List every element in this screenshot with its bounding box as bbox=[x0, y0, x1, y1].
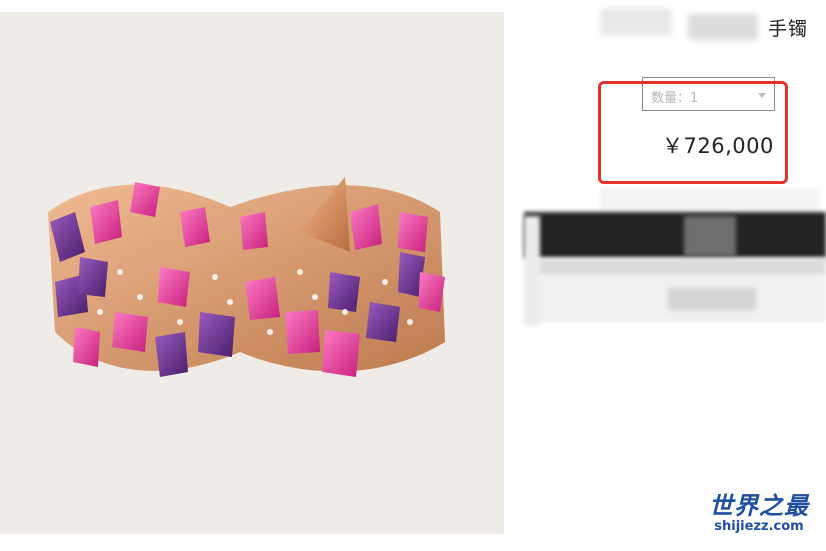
redacted-region bbox=[684, 216, 736, 256]
redacted-region bbox=[524, 216, 540, 326]
product-title: 手镯 bbox=[768, 18, 809, 40]
watermark: 世界之最 shijiezz.com bbox=[700, 493, 818, 535]
bracelet-illustration bbox=[48, 177, 445, 377]
redacted-add-to-cart-button[interactable] bbox=[524, 212, 826, 258]
highlight-annotation-box bbox=[598, 81, 788, 184]
watermark-main: 世界之最 bbox=[709, 492, 809, 520]
redacted-title-part-1 bbox=[600, 8, 672, 36]
redacted-region bbox=[600, 188, 820, 210]
redacted-region bbox=[530, 258, 826, 276]
watermark-sub: shijiezz.com bbox=[714, 519, 804, 534]
redacted-title-part-2 bbox=[688, 14, 758, 40]
redacted-region bbox=[668, 288, 756, 310]
product-image bbox=[0, 12, 504, 534]
